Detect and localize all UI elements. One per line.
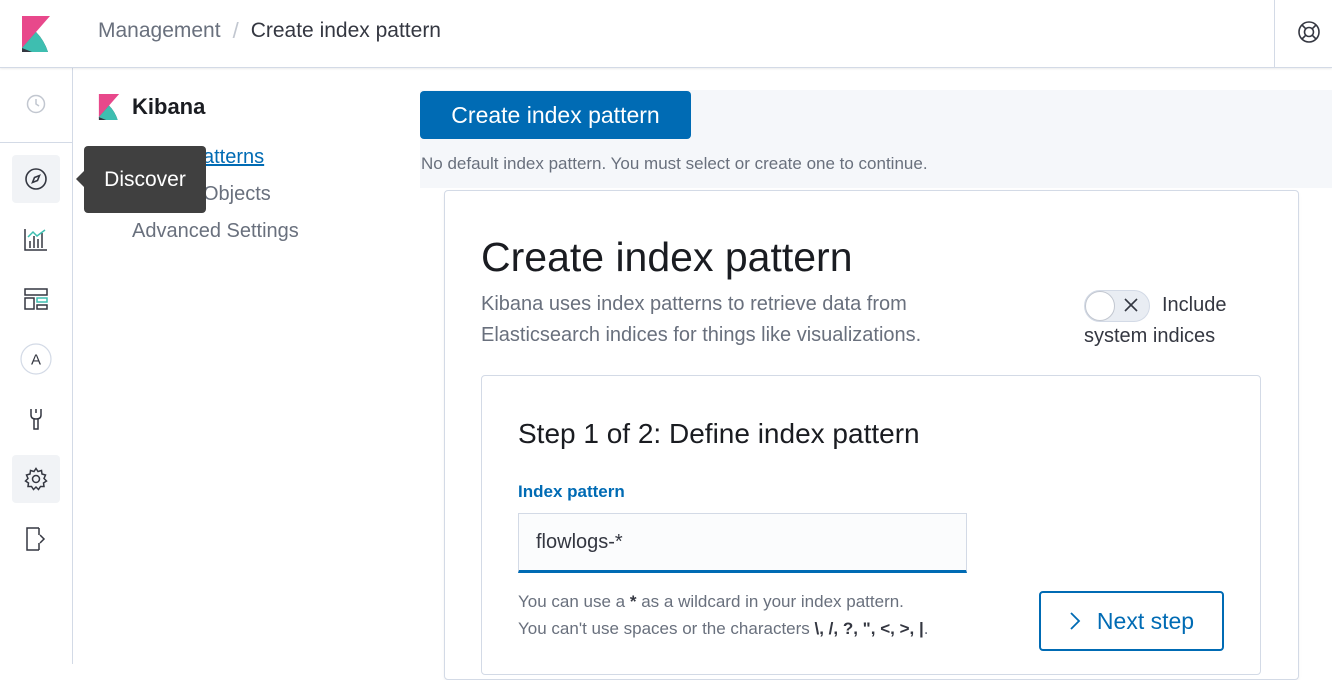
page-title: Create index pattern — [481, 234, 853, 280]
panel-description: Kibana uses index patterns to retrieve d… — [481, 293, 922, 346]
sidebar-title: Kibana — [98, 94, 205, 120]
breadcrumb: Management / Create index pattern — [98, 18, 441, 44]
help-line-2-suffix: . — [923, 619, 929, 638]
index-pattern-input[interactable] — [518, 513, 967, 573]
dock-icon[interactable] — [12, 515, 60, 563]
close-icon — [1124, 298, 1138, 312]
header-divider — [1274, 0, 1275, 68]
help-line-2-prefix: You can't use spaces or the characters — [518, 619, 815, 638]
chevron-right-icon — [1069, 611, 1081, 631]
no-default-notice: No default index pattern. You must selec… — [421, 154, 928, 173]
svg-text:A: A — [31, 352, 41, 369]
step-title: Step 1 of 2: Define index pattern — [518, 418, 920, 449]
gear-icon[interactable] — [12, 455, 60, 503]
toggle-knob — [1085, 291, 1115, 321]
chart-icon[interactable] — [12, 215, 60, 263]
sidebar-title-text: Kibana — [132, 94, 206, 119]
discover-tooltip: Discover — [76, 146, 206, 213]
wrench-icon[interactable] — [12, 395, 60, 443]
help-line-2: You can't use spaces or the characters \… — [518, 615, 928, 642]
clock-icon[interactable] — [12, 80, 60, 128]
breadcrumb-separator: / — [232, 18, 239, 43]
kibana-logo-icon[interactable] — [0, 0, 72, 68]
index-pattern-label: Index pattern — [518, 482, 625, 501]
help-line-1: You can use a * as a wildcard in your in… — [518, 588, 928, 615]
sidebar-item-advanced-settings[interactable]: Advanced Settings — [132, 220, 299, 243]
sidebar-item-index-patterns[interactable]: atterns — [203, 146, 264, 169]
app-nav: A — [0, 68, 73, 664]
create-index-pattern-button[interactable]: Create index pattern — [420, 91, 691, 139]
dashboard-icon[interactable] — [12, 275, 60, 323]
a-icon[interactable]: A — [12, 335, 60, 383]
include-system-indices-toggle[interactable] — [1084, 290, 1150, 322]
help-line-1-prefix: You can use a — [518, 592, 630, 611]
top-header: Management / Create index pattern — [0, 0, 1332, 68]
help-lifebuoy-icon[interactable] — [1292, 15, 1326, 49]
sidebar-item-saved-objects[interactable]: Objects — [203, 183, 271, 206]
help-line-2-chars: \, /, ?, ", <, >, | — [814, 619, 924, 638]
compass-icon[interactable] — [12, 155, 60, 203]
next-step-label: Next step — [1096, 607, 1195, 634]
help-line-1-suffix: as a wildcard in your index pattern. — [636, 592, 904, 611]
index-pattern-help: You can use a * as a wildcard in your in… — [518, 588, 928, 642]
breadcrumb-current: Create index pattern — [250, 19, 441, 42]
next-step-button[interactable]: Next step — [1039, 591, 1224, 651]
breadcrumb-management[interactable]: Management — [98, 19, 221, 43]
kibana-small-logo-icon — [98, 94, 120, 120]
nav-divider — [0, 142, 72, 143]
